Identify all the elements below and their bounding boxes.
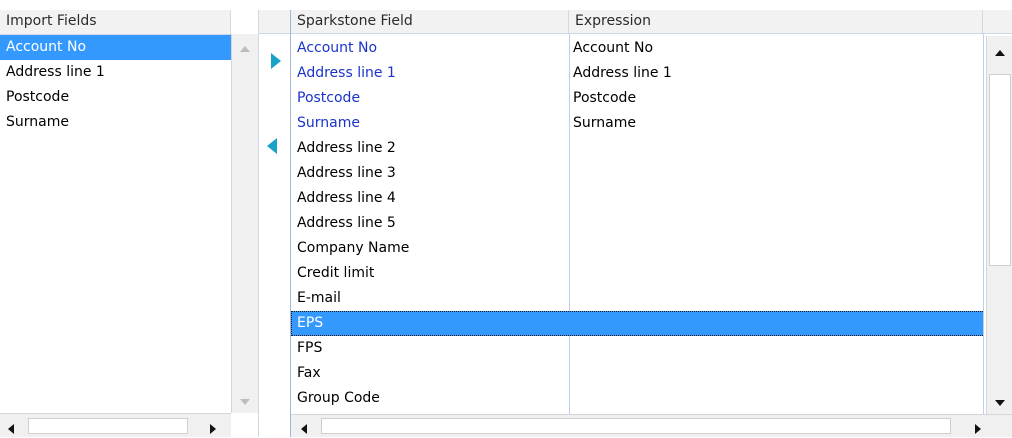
chevron-down-icon bbox=[240, 399, 250, 405]
expression-cell[interactable]: Surname bbox=[573, 111, 979, 136]
mapping-row[interactable]: Address line 1 Address line 1 bbox=[291, 61, 983, 86]
scroll-right-button[interactable] bbox=[975, 422, 981, 438]
import-fields-vscrollbar[interactable] bbox=[231, 34, 258, 413]
scroll-up-button[interactable] bbox=[232, 38, 258, 60]
chevron-up-icon bbox=[240, 46, 250, 52]
expression-cell[interactable]: Account No bbox=[573, 36, 979, 61]
import-field-item[interactable]: Address line 1 bbox=[0, 60, 231, 85]
expression-cell[interactable]: Postcode bbox=[573, 86, 979, 111]
scroll-left-button[interactable] bbox=[8, 422, 14, 438]
mapping-buttons-column bbox=[258, 10, 291, 437]
sparkstone-field-cell[interactable]: Address line 1 bbox=[297, 61, 565, 86]
scroll-down-button[interactable] bbox=[232, 391, 258, 413]
import-field-item[interactable]: Postcode bbox=[0, 85, 231, 110]
column-separator bbox=[983, 34, 984, 414]
mapping-hscrollbar[interactable] bbox=[291, 414, 1012, 437]
mapping-row[interactable]: Group Code bbox=[291, 386, 983, 411]
sparkstone-field-cell[interactable]: Postcode bbox=[297, 86, 565, 111]
sparkstone-field-cell[interactable]: Address line 2 bbox=[297, 136, 565, 161]
sparkstone-field-cell[interactable]: Fax bbox=[297, 361, 565, 386]
sparkstone-field-cell[interactable]: Group Code bbox=[297, 386, 565, 411]
scroll-down-button[interactable] bbox=[987, 392, 1012, 414]
import-fields-panel: Import Fields Account No Address line 1 Po… bbox=[0, 10, 262, 437]
header-filler bbox=[983, 10, 1012, 34]
mapping-row[interactable]: Fax bbox=[291, 361, 983, 386]
mapping-row[interactable]: Address line 2 bbox=[291, 136, 983, 161]
chevron-up-icon bbox=[995, 50, 1005, 56]
expression-cell[interactable]: Address line 1 bbox=[573, 61, 979, 86]
sparkstone-field-header[interactable]: Sparkstone Field bbox=[291, 10, 569, 34]
mapping-row[interactable]: FPS bbox=[291, 336, 983, 361]
sparkstone-field-cell[interactable]: E-mail bbox=[297, 286, 565, 311]
import-field-item[interactable]: Account No bbox=[0, 35, 231, 60]
sparkstone-field-cell[interactable]: Address line 4 bbox=[297, 186, 565, 211]
sparkstone-field-cell[interactable]: Account No bbox=[297, 36, 565, 61]
import-field-item[interactable]: Surname bbox=[0, 110, 231, 135]
scroll-right-button[interactable] bbox=[210, 422, 216, 438]
mapping-row[interactable]: Address line 4 bbox=[291, 186, 983, 211]
sparkstone-field-cell[interactable]: Company Name bbox=[297, 236, 565, 261]
expression-header[interactable]: Expression bbox=[569, 10, 983, 34]
chevron-down-icon bbox=[995, 400, 1005, 406]
triangle-right-icon bbox=[271, 53, 281, 69]
field-mapping-grid[interactable]: Sparkstone Field Expression Account No Ac… bbox=[290, 10, 1012, 437]
sparkstone-field-cell[interactable]: FPS bbox=[297, 336, 565, 361]
add-field-button[interactable] bbox=[271, 53, 281, 73]
sparkstone-field-cell[interactable]: Address line 5 bbox=[297, 211, 565, 236]
chevron-right-icon bbox=[210, 424, 216, 434]
mapping-row[interactable]: E-mail bbox=[291, 286, 983, 311]
sparkstone-field-cell[interactable]: EPS bbox=[297, 311, 565, 336]
mapping-row[interactable]: Account No Account No bbox=[291, 36, 983, 61]
sparkstone-field-cell[interactable]: Surname bbox=[297, 111, 565, 136]
mapping-row[interactable]: Company Name bbox=[291, 236, 983, 261]
chevron-right-icon bbox=[975, 424, 981, 434]
import-fields-items: Account No Address line 1 Postcode Surname bbox=[0, 35, 231, 135]
hscroll-thumb[interactable] bbox=[28, 418, 188, 434]
import-fields-hscrollbar[interactable] bbox=[0, 413, 231, 437]
scroll-up-button[interactable] bbox=[987, 42, 1012, 64]
sparkstone-field-cell[interactable]: Credit limit bbox=[297, 261, 565, 286]
mapping-row[interactable]: Address line 5 bbox=[291, 211, 983, 236]
scroll-left-button[interactable] bbox=[301, 422, 307, 438]
mapping-rows: Account No Account No Address line 1 Addres… bbox=[291, 36, 983, 414]
chevron-left-icon bbox=[301, 424, 307, 434]
mapping-row[interactable]: Credit limit bbox=[291, 261, 983, 286]
vscroll-thumb[interactable] bbox=[989, 74, 1011, 266]
import-fields-list[interactable]: Import Fields Account No Address line 1 Po… bbox=[0, 10, 231, 413]
mapping-row[interactable]: EPS bbox=[291, 311, 983, 336]
mapping-row[interactable]: Postcode Postcode bbox=[291, 86, 983, 111]
chevron-left-icon bbox=[8, 424, 14, 434]
mapping-row[interactable]: Address line 3 bbox=[291, 161, 983, 186]
mapping-row[interactable]: Surname Surname bbox=[291, 111, 983, 136]
buttons-header-spacer bbox=[259, 10, 291, 34]
hscroll-thumb[interactable] bbox=[321, 418, 951, 434]
triangle-left-icon bbox=[267, 138, 277, 154]
mapping-vscrollbar[interactable] bbox=[986, 36, 1012, 414]
remove-field-button[interactable] bbox=[267, 138, 277, 158]
import-fields-header: Import Fields bbox=[0, 10, 231, 35]
sparkstone-field-cell[interactable]: Address line 3 bbox=[297, 161, 565, 186]
